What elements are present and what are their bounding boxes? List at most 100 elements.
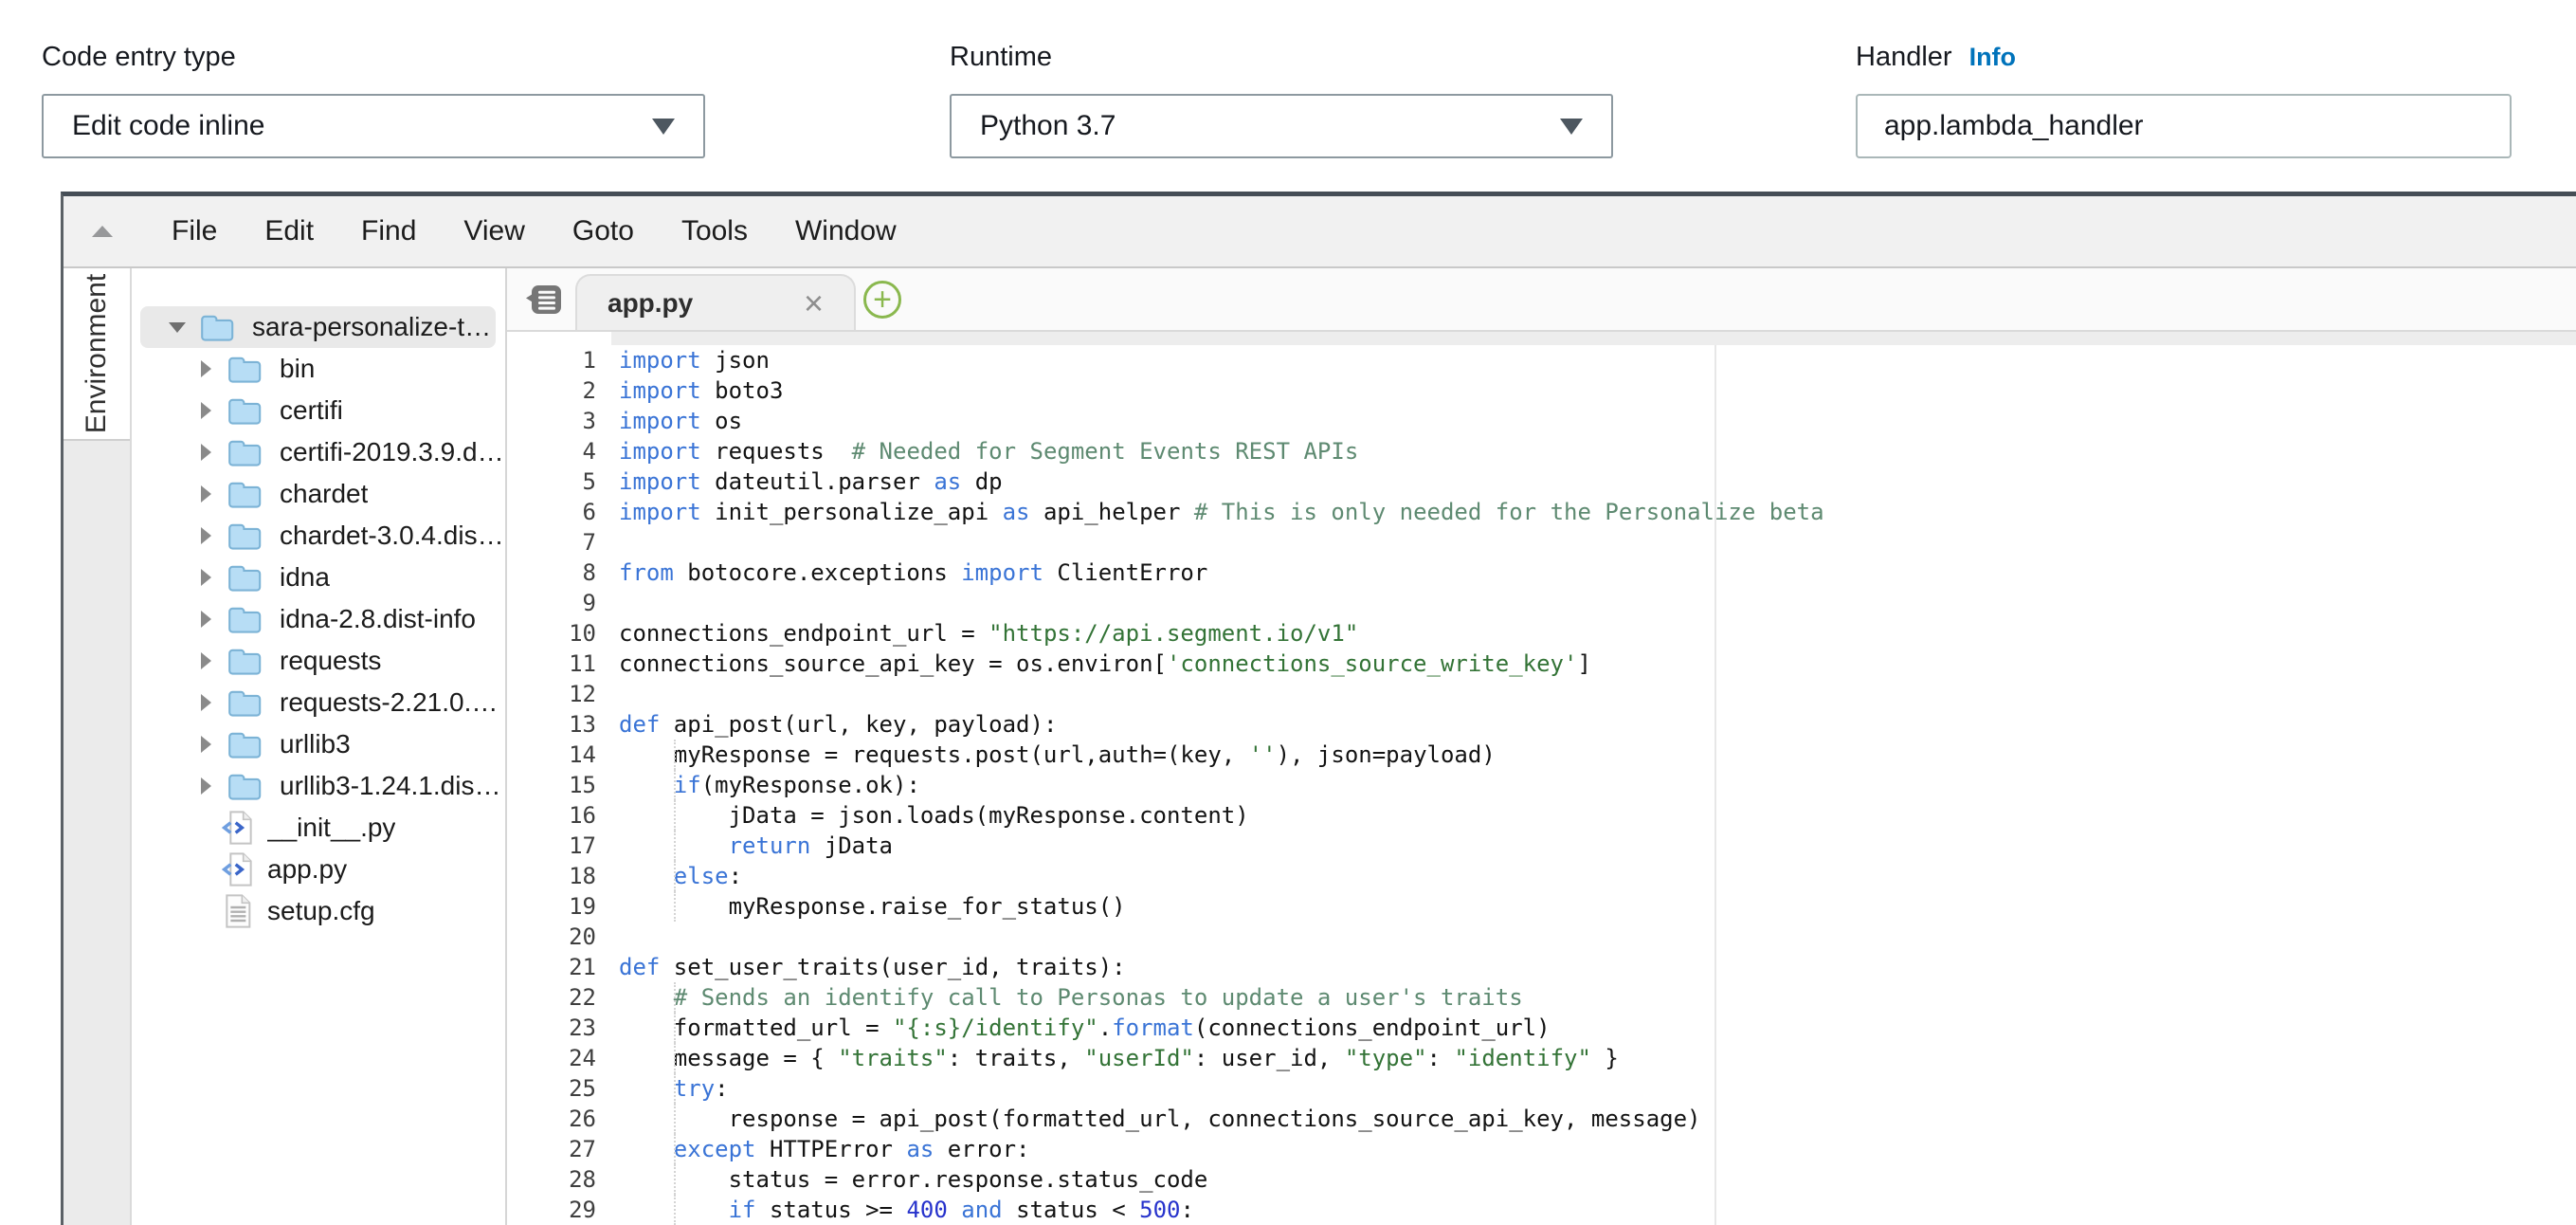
python-file-icon (222, 851, 252, 887)
tree-item-requests-2.21.0.dist-info[interactable]: requests-2.21.0.dist-info (132, 682, 505, 723)
menu-goto[interactable]: Goto (563, 215, 644, 247)
expanded-triangle-icon[interactable] (169, 322, 186, 333)
code-line-17: return jData (611, 831, 2576, 861)
line-number: 23 (507, 1013, 611, 1043)
editor-body: Environment sara-personalize-test bin ce… (63, 268, 2576, 1225)
tree-item-urllib3-1.24.1.dist-info[interactable]: urllib3-1.24.1.dist-info (132, 765, 505, 807)
collapsed-triangle-icon[interactable] (201, 527, 211, 544)
tree-item-label: urllib3 (280, 729, 351, 759)
code-line-12 (611, 679, 2576, 709)
tree-item-certifi[interactable]: certifi (132, 390, 505, 431)
tree-item-certifi-2019.3.9.dist-info[interactable]: certifi-2019.3.9.dist-info (132, 431, 505, 473)
collapsed-triangle-icon[interactable] (201, 444, 211, 461)
collapsed-triangle-icon[interactable] (201, 736, 211, 753)
folder-icon (227, 729, 264, 759)
tree-item-label: chardet (280, 479, 368, 509)
menu-tools[interactable]: Tools (672, 215, 757, 247)
chevron-down-icon (1560, 119, 1583, 135)
line-number: 4 (507, 436, 611, 466)
tree-item-idna[interactable]: idna (132, 557, 505, 598)
collapsed-triangle-icon[interactable] (201, 360, 211, 377)
line-number: 29 (507, 1195, 611, 1225)
line-number: 15 (507, 770, 611, 800)
code-line-10: connections_endpoint_url = "https://api.… (611, 618, 2576, 649)
code-line-5: import dateutil.parser as dp (611, 466, 2576, 497)
new-tab-button[interactable]: + (863, 281, 901, 319)
tree-item-requests[interactable]: requests (132, 640, 505, 682)
collapsed-triangle-icon[interactable] (201, 569, 211, 586)
menu-window[interactable]: Window (786, 215, 906, 247)
collapse-panel-icon[interactable] (92, 226, 113, 237)
tree-item-label: requests (280, 646, 381, 676)
code-entry-type-select[interactable]: Edit code inline (42, 94, 705, 158)
collapsed-triangle-icon[interactable] (201, 777, 211, 795)
code-line-9 (611, 588, 2576, 618)
collapsed-triangle-icon[interactable] (201, 611, 211, 628)
tree-item-setup.cfg[interactable]: setup.cfg (132, 890, 505, 932)
folder-icon (227, 479, 264, 509)
tree-item-app.py[interactable]: app.py (132, 849, 505, 890)
collapsed-triangle-icon[interactable] (201, 485, 211, 503)
close-tab-icon[interactable]: × (804, 286, 824, 320)
tree-item-urllib3[interactable]: urllib3 (132, 723, 505, 765)
menu-list: File Edit Find View Goto Tools Window (162, 215, 906, 247)
tab-list-icon[interactable] (526, 283, 564, 317)
collapsed-triangle-icon[interactable] (201, 402, 211, 419)
environment-tab[interactable]: Environment (63, 268, 130, 441)
collapsed-triangle-icon[interactable] (201, 694, 211, 711)
tree-item-label: chardet-3.0.4.dist-info (280, 521, 505, 551)
tree-item-bin[interactable]: bin (132, 348, 505, 390)
tab-app-py[interactable]: app.py × (575, 274, 856, 330)
tree-item-label: idna-2.8.dist-info (280, 604, 476, 634)
field-code-entry-type: Code entry type Edit code inline (42, 42, 705, 158)
tree-item-__init__.py[interactable]: __init__.py (132, 807, 505, 849)
chevron-down-icon (652, 119, 675, 135)
line-number: 5 (507, 466, 611, 497)
code-entry-type-label: Code entry type (42, 42, 705, 73)
line-number: 24 (507, 1043, 611, 1073)
menu-file[interactable]: File (162, 215, 227, 247)
line-number: 28 (507, 1164, 611, 1195)
line-number: 21 (507, 952, 611, 982)
line-number: 7 (507, 527, 611, 558)
code-area: 1234567891011121314151617181920212223242… (507, 332, 2576, 1225)
line-number: 25 (507, 1073, 611, 1104)
tree-item-label: idna (280, 562, 330, 593)
code-line-23: formatted_url = "{:s}/identify".format(c… (611, 1013, 2576, 1043)
tree-item-idna-2.8.dist-info[interactable]: idna-2.8.dist-info (132, 598, 505, 640)
tree-item-label: app.py (267, 854, 347, 885)
code-line-22: # Sends an identify call to Personas to … (611, 982, 2576, 1013)
tree-item-chardet-3.0.4.dist-info[interactable]: chardet-3.0.4.dist-info (132, 515, 505, 557)
code-line-4: import requests # Needed for Segment Eve… (611, 436, 2576, 466)
code-entry-type-label-text: Code entry type (42, 42, 236, 73)
tree-item-sara-personalize-test[interactable]: sara-personalize-test (140, 306, 496, 348)
line-number: 22 (507, 982, 611, 1013)
folder-icon (227, 395, 264, 426)
line-number: 6 (507, 497, 611, 527)
menu-find[interactable]: Find (352, 215, 426, 247)
left-tab-strip: Environment (63, 268, 132, 1225)
code-line-28: status = error.response.status_code (611, 1164, 2576, 1195)
handler-info-link[interactable]: Info (1969, 43, 2016, 72)
runtime-select[interactable]: Python 3.7 (950, 94, 1613, 158)
folder-icon (227, 687, 264, 718)
runtime-value: Python 3.7 (980, 110, 1116, 142)
line-number: 27 (507, 1134, 611, 1164)
menu-view[interactable]: View (454, 215, 534, 247)
code-content[interactable]: import jsonimport boto3import osimport r… (611, 332, 2576, 1225)
line-number: 1 (507, 345, 611, 375)
tree-item-chardet[interactable]: chardet (132, 473, 505, 515)
tree-item-label: sara-personalize-test (252, 312, 496, 342)
folder-icon (227, 604, 264, 634)
tree-item-label: bin (280, 354, 315, 384)
code-line-11: connections_source_api_key = os.environ[… (611, 649, 2576, 679)
handler-input[interactable] (1856, 94, 2512, 158)
page: Code entry type Edit code inline Runtime… (0, 0, 2576, 1225)
python-file-icon (222, 810, 252, 846)
field-runtime: Runtime Python 3.7 (950, 42, 1613, 158)
folder-icon (227, 646, 264, 676)
collapsed-triangle-icon[interactable] (201, 652, 211, 669)
file-tree: sara-personalize-test bin certifi certif… (132, 268, 507, 1225)
menu-edit[interactable]: Edit (255, 215, 323, 247)
code-line-20 (611, 922, 2576, 952)
